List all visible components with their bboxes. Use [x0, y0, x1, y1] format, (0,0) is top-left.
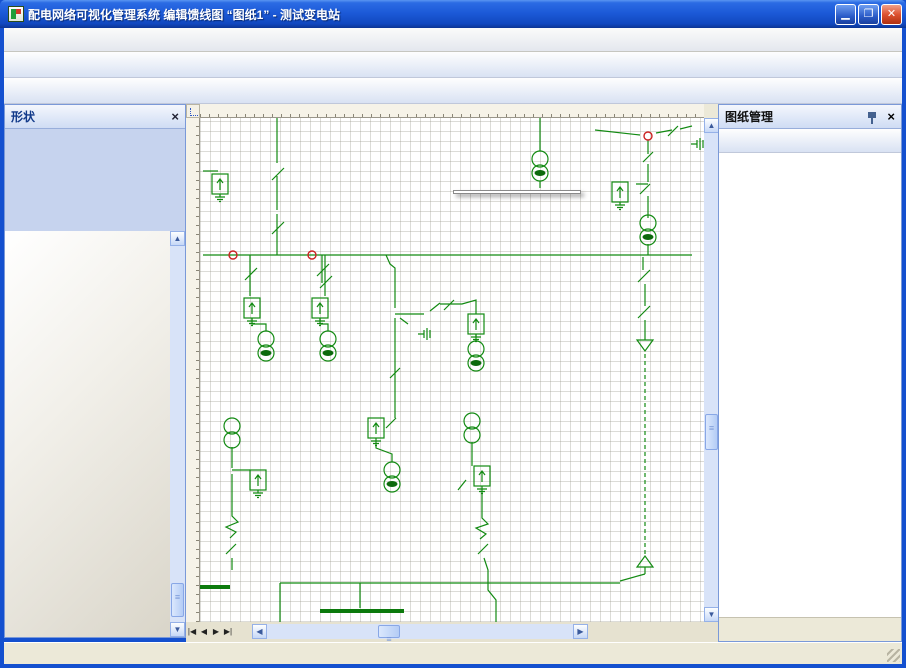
- resize-grip[interactable]: [887, 649, 900, 662]
- drawings-toolbar: [719, 129, 901, 153]
- scroll-up-icon[interactable]: ▲: [170, 231, 185, 246]
- drawings-tree: [719, 153, 901, 161]
- stencil-list: [5, 231, 172, 637]
- canvas-vertical-scrollbar[interactable]: ▲ ▼: [704, 118, 718, 622]
- app-icon: [8, 6, 24, 22]
- titlebar: 配电网络可视化管理系统 编辑馈线图 “图纸1” - 测试变电站 ▁ ❐ ✕: [0, 0, 906, 28]
- shapes-panel: 形状 × ▲ ▼: [4, 104, 186, 638]
- scroll-down-icon[interactable]: ▼: [170, 622, 185, 637]
- minimize-button[interactable]: ▁: [835, 4, 856, 25]
- first-page-icon[interactable]: |◀: [186, 624, 198, 640]
- shapes-panel-close-icon[interactable]: ×: [171, 109, 179, 124]
- canvas-horizontal-scrollbar[interactable]: ◀ ▶: [252, 624, 588, 639]
- prev-page-icon[interactable]: ◀: [198, 624, 210, 640]
- menubar: [4, 28, 902, 52]
- scroll-down-icon[interactable]: ▼: [704, 607, 719, 622]
- app-window: 配电网络可视化管理系统 编辑馈线图 “图纸1” - 测试变电站 ▁ ❐ ✕ 形状…: [0, 0, 906, 668]
- horizontal-ruler: [200, 104, 704, 118]
- ruler-corner: [186, 104, 200, 118]
- scroll-up-icon[interactable]: ▲: [704, 118, 719, 133]
- next-page-icon[interactable]: ▶: [210, 624, 222, 640]
- window-title: 配电网络可视化管理系统 编辑馈线图 “图纸1” - 测试变电站: [28, 6, 833, 23]
- pin-icon[interactable]: [867, 110, 879, 124]
- close-button[interactable]: ✕: [881, 4, 902, 25]
- drawing-canvas[interactable]: [200, 118, 704, 622]
- maximize-button[interactable]: ❐: [858, 4, 879, 25]
- scroll-right-icon[interactable]: ▶: [573, 624, 588, 639]
- context-menu: [453, 190, 581, 194]
- scroll-left-icon[interactable]: ◀: [252, 624, 267, 639]
- drawings-panel: 图纸管理 ×: [718, 104, 902, 642]
- vertical-ruler: [186, 118, 200, 622]
- shapes-panel-header: 形状 ×: [5, 105, 185, 129]
- stencil-scrollbar[interactable]: ▲ ▼: [170, 231, 185, 637]
- scroll-thumb[interactable]: [171, 583, 184, 617]
- scroll-thumb[interactable]: [378, 625, 400, 638]
- panel-tabs: [719, 617, 901, 641]
- page-tab-strip: |◀ ◀ ▶ ▶| ◀ ▶: [186, 622, 718, 642]
- canvas-area: ▲ ▼ |◀ ◀ ▶ ▶| ◀ ▶: [186, 104, 718, 642]
- drawings-panel-header: 图纸管理 ×: [719, 105, 901, 129]
- toolbar-format: [4, 78, 902, 104]
- drawings-panel-title: 图纸管理: [725, 108, 867, 125]
- drawings-panel-close-icon[interactable]: ×: [887, 109, 895, 124]
- shapes-panel-title: 形状: [11, 108, 171, 125]
- scroll-thumb[interactable]: [705, 414, 718, 450]
- last-page-icon[interactable]: ▶|: [222, 624, 234, 640]
- statusbar: [4, 642, 902, 664]
- feeder-diagram-graphic: [200, 118, 704, 622]
- toolbar-standard: [4, 52, 902, 78]
